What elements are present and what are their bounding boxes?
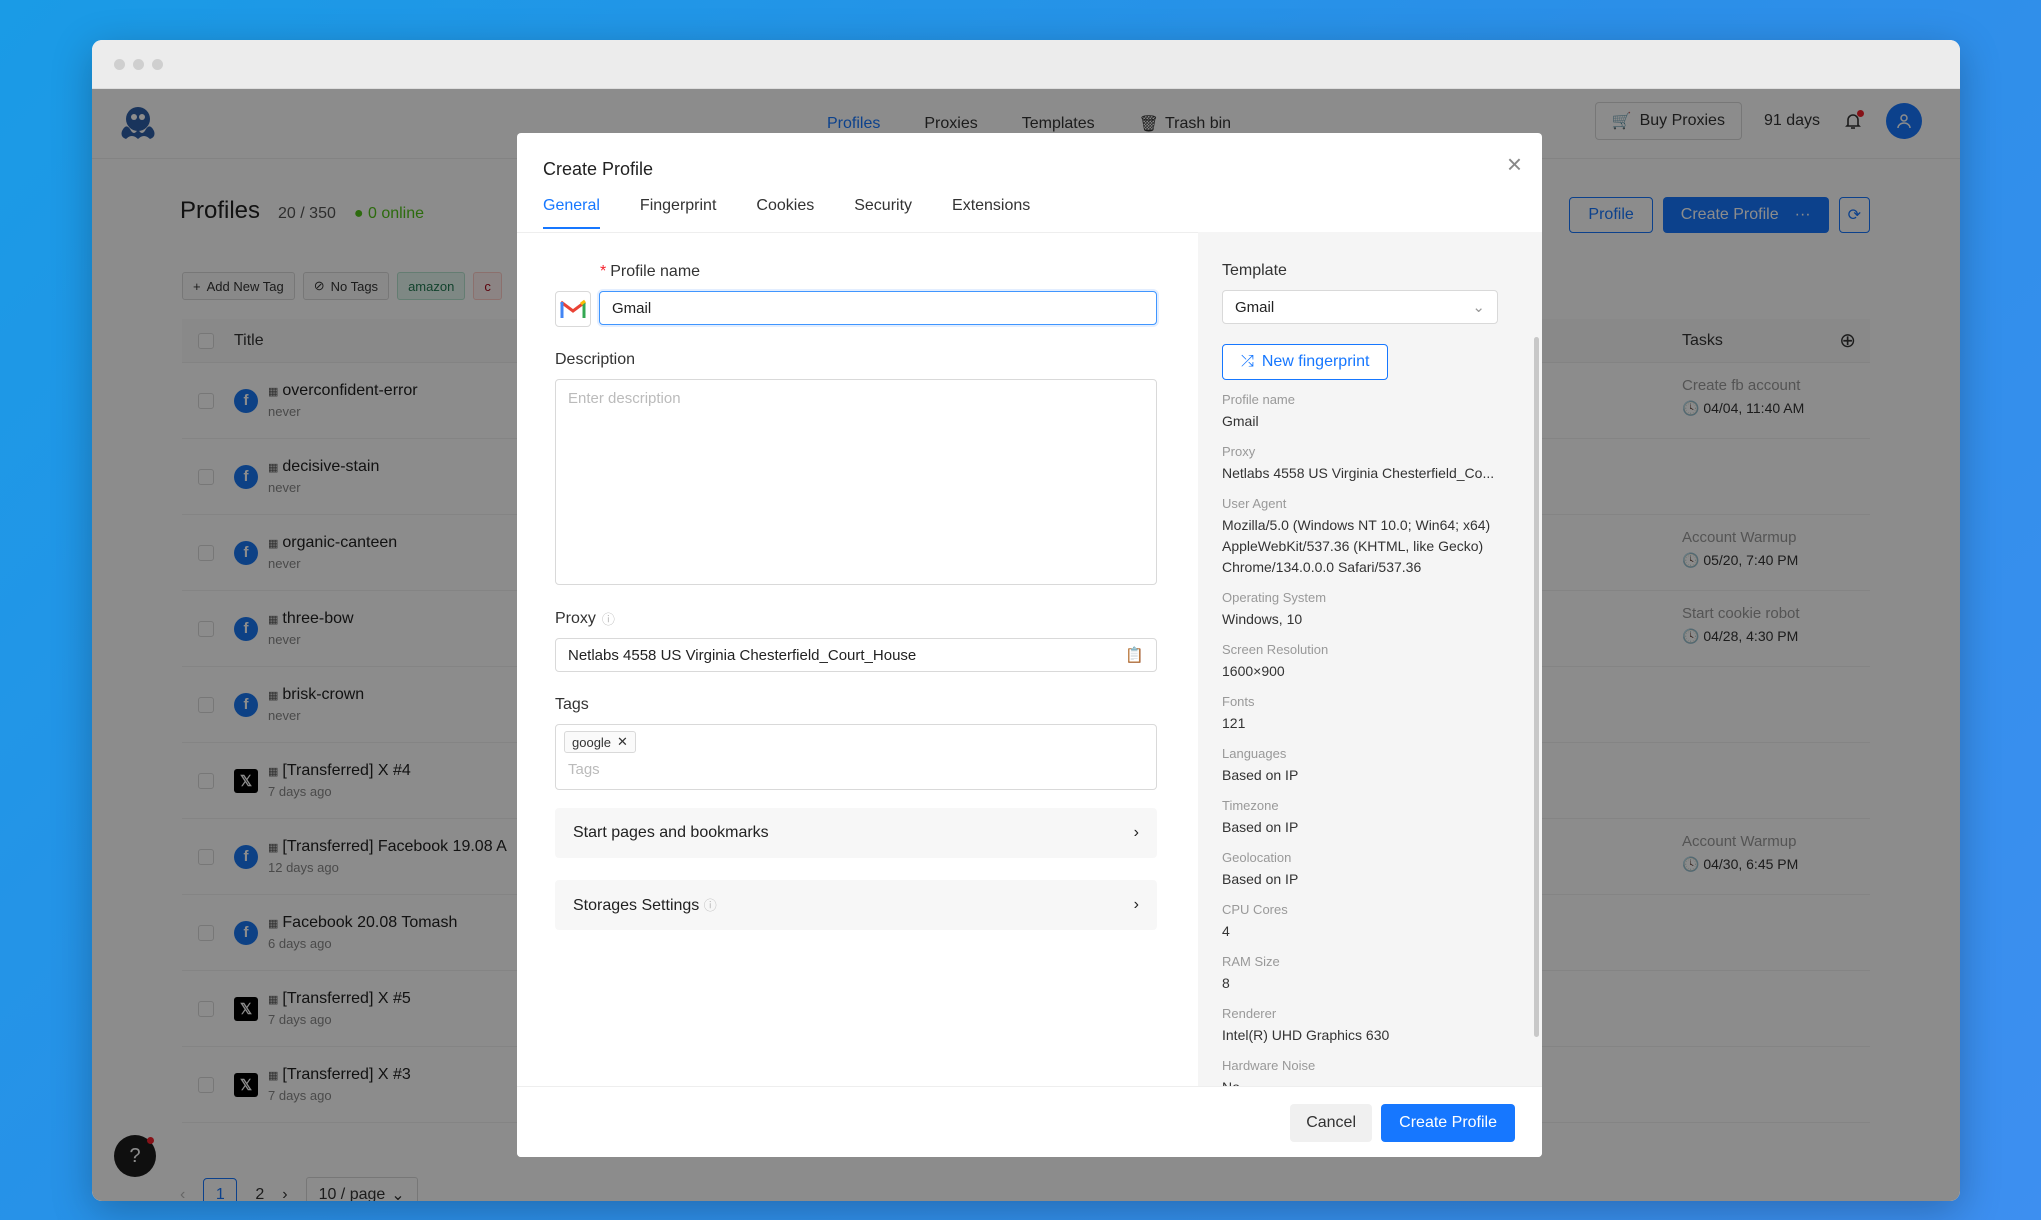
modal-title: Create Profile — [543, 159, 654, 179]
summary-value: Based on IP — [1222, 767, 1299, 783]
window-dot[interactable] — [152, 58, 163, 70]
summary-value: Based on IP — [1222, 819, 1299, 835]
template-label: Template — [1222, 262, 1287, 279]
storages-label: Storages Settings — [573, 897, 700, 914]
storages-panel[interactable]: Storages Settings ⓘ › — [555, 880, 1157, 930]
summary-value: 1600×900 — [1222, 663, 1285, 679]
profile-name-label-text: Profile name — [610, 263, 701, 280]
fingerprint-row: ⤮ New fingerprint — [1222, 344, 1498, 380]
tags-placeholder: Tags — [568, 761, 600, 778]
summary-key: Hardware Noise — [1222, 1058, 1316, 1073]
summary-key: Profile name — [1222, 392, 1295, 407]
summary-value: Intel(R) UHD Graphics 630 — [1222, 1027, 1390, 1043]
summary-value: Netlabs 4558 US Virginia Chesterfield_Co… — [1222, 465, 1495, 481]
window-dot[interactable] — [114, 58, 125, 70]
storages-label-wrap: Storages Settings ⓘ — [573, 895, 717, 915]
shuffle-icon: ⤮ — [1241, 353, 1254, 370]
clipboard-icon[interactable]: 📋 — [1125, 646, 1144, 664]
modal-tabs: General Fingerprint Cookies Security Ext… — [543, 197, 1030, 229]
profile-name-row: Gmail — [555, 291, 1157, 327]
description-label: Description — [555, 351, 636, 368]
chevron-right-icon: › — [1133, 896, 1139, 913]
modal-footer: Cancel Create Profile — [517, 1086, 1542, 1157]
window-dot[interactable] — [133, 58, 144, 70]
tab-cookies[interactable]: Cookies — [756, 197, 814, 229]
summary-value: Mozilla/5.0 (Windows NT 10.0; Win64; x64… — [1222, 517, 1491, 575]
cancel-button[interactable]: Cancel — [1290, 1104, 1372, 1142]
create-profile-modal: Create Profile × General Fingerprint Coo… — [517, 133, 1542, 1157]
summary-value: 4 — [1222, 923, 1230, 939]
remove-tag-icon[interactable]: ✕ — [617, 734, 628, 750]
summary-key: Fonts — [1222, 694, 1255, 709]
summary-key: Operating System — [1222, 590, 1327, 605]
tag-chip-label: google — [572, 734, 612, 750]
general-form: * Profile name Gmail Description Enter de… — [555, 263, 1157, 930]
tab-extensions[interactable]: Extensions — [952, 197, 1030, 229]
summary-value: 8 — [1222, 975, 1230, 991]
description-textarea[interactable]: Enter description — [555, 379, 1157, 585]
tab-general[interactable]: General — [543, 197, 600, 229]
tag-chip-google: google ✕ — [564, 731, 636, 753]
summary-value: Windows, 10 — [1222, 611, 1303, 627]
chevron-down-icon: ⌄ — [1472, 299, 1485, 316]
summary-key: Screen Resolution — [1222, 642, 1329, 657]
proxy-label-text: Proxy — [555, 609, 596, 627]
tab-security[interactable]: Security — [854, 197, 912, 229]
tags-input[interactable]: google ✕ Tags — [555, 724, 1157, 790]
template-select[interactable]: Gmail ⌄ — [1222, 290, 1498, 324]
summary-key: Geolocation — [1222, 850, 1292, 865]
template-value: Gmail — [1235, 298, 1275, 316]
close-icon[interactable]: × — [1507, 151, 1522, 177]
summary-content: Template Gmail ⌄ ⤮ New fingerprint Profil… — [1222, 232, 1498, 1086]
summary-key: Renderer — [1222, 1006, 1277, 1021]
summary-info: Profile name Gmail Proxy Netlabs 4558 US Vi… — [1222, 392, 1498, 1086]
summary-value: Based on IP — [1222, 871, 1299, 887]
summary-value: Gmail — [1222, 413, 1259, 429]
profile-name-label: * Profile name — [600, 263, 1157, 281]
create-profile-button[interactable]: Create Profile — [1381, 1104, 1515, 1142]
tab-fingerprint[interactable]: Fingerprint — [640, 197, 716, 229]
question-icon[interactable]: ⓘ — [602, 609, 615, 628]
summary-key: Languages — [1222, 746, 1287, 761]
proxy-label: Proxy ⓘ — [555, 609, 1157, 628]
summary-key: Proxy — [1222, 444, 1256, 459]
summary-key: Timezone — [1222, 798, 1279, 813]
summary-value: 121 — [1222, 715, 1246, 731]
profile-summary-panel: Template Gmail ⌄ ⤮ New fingerprint Profil… — [1198, 232, 1542, 1086]
profile-name-input[interactable]: Gmail — [599, 291, 1157, 325]
gmail-icon[interactable] — [555, 291, 591, 327]
tags-label: Tags — [555, 696, 589, 713]
summary-value: No — [1222, 1077, 1498, 1086]
summary-key: RAM Size — [1222, 954, 1280, 969]
new-fingerprint-label: New fingerprint — [1261, 353, 1370, 370]
proxy-select[interactable]: Netlabs 4558 US Virginia Chesterfield_Co… — [555, 638, 1157, 672]
summary-key: CPU Cores — [1222, 902, 1288, 917]
start-pages-panel[interactable]: Start pages and bookmarks › — [555, 808, 1157, 858]
new-fingerprint-button[interactable]: ⤮ New fingerprint — [1222, 344, 1389, 380]
chevron-right-icon: › — [1133, 824, 1139, 841]
proxy-value: Netlabs 4558 US Virginia Chesterfield_Co… — [568, 646, 917, 664]
window-titlebar — [92, 40, 1960, 89]
summary-key: User Agent — [1222, 496, 1287, 511]
start-pages-label: Start pages and bookmarks — [573, 824, 769, 841]
summary-scrollbar[interactable] — [1534, 337, 1539, 1037]
question-icon[interactable]: ⓘ — [704, 898, 717, 913]
required-icon: * — [600, 263, 607, 280]
